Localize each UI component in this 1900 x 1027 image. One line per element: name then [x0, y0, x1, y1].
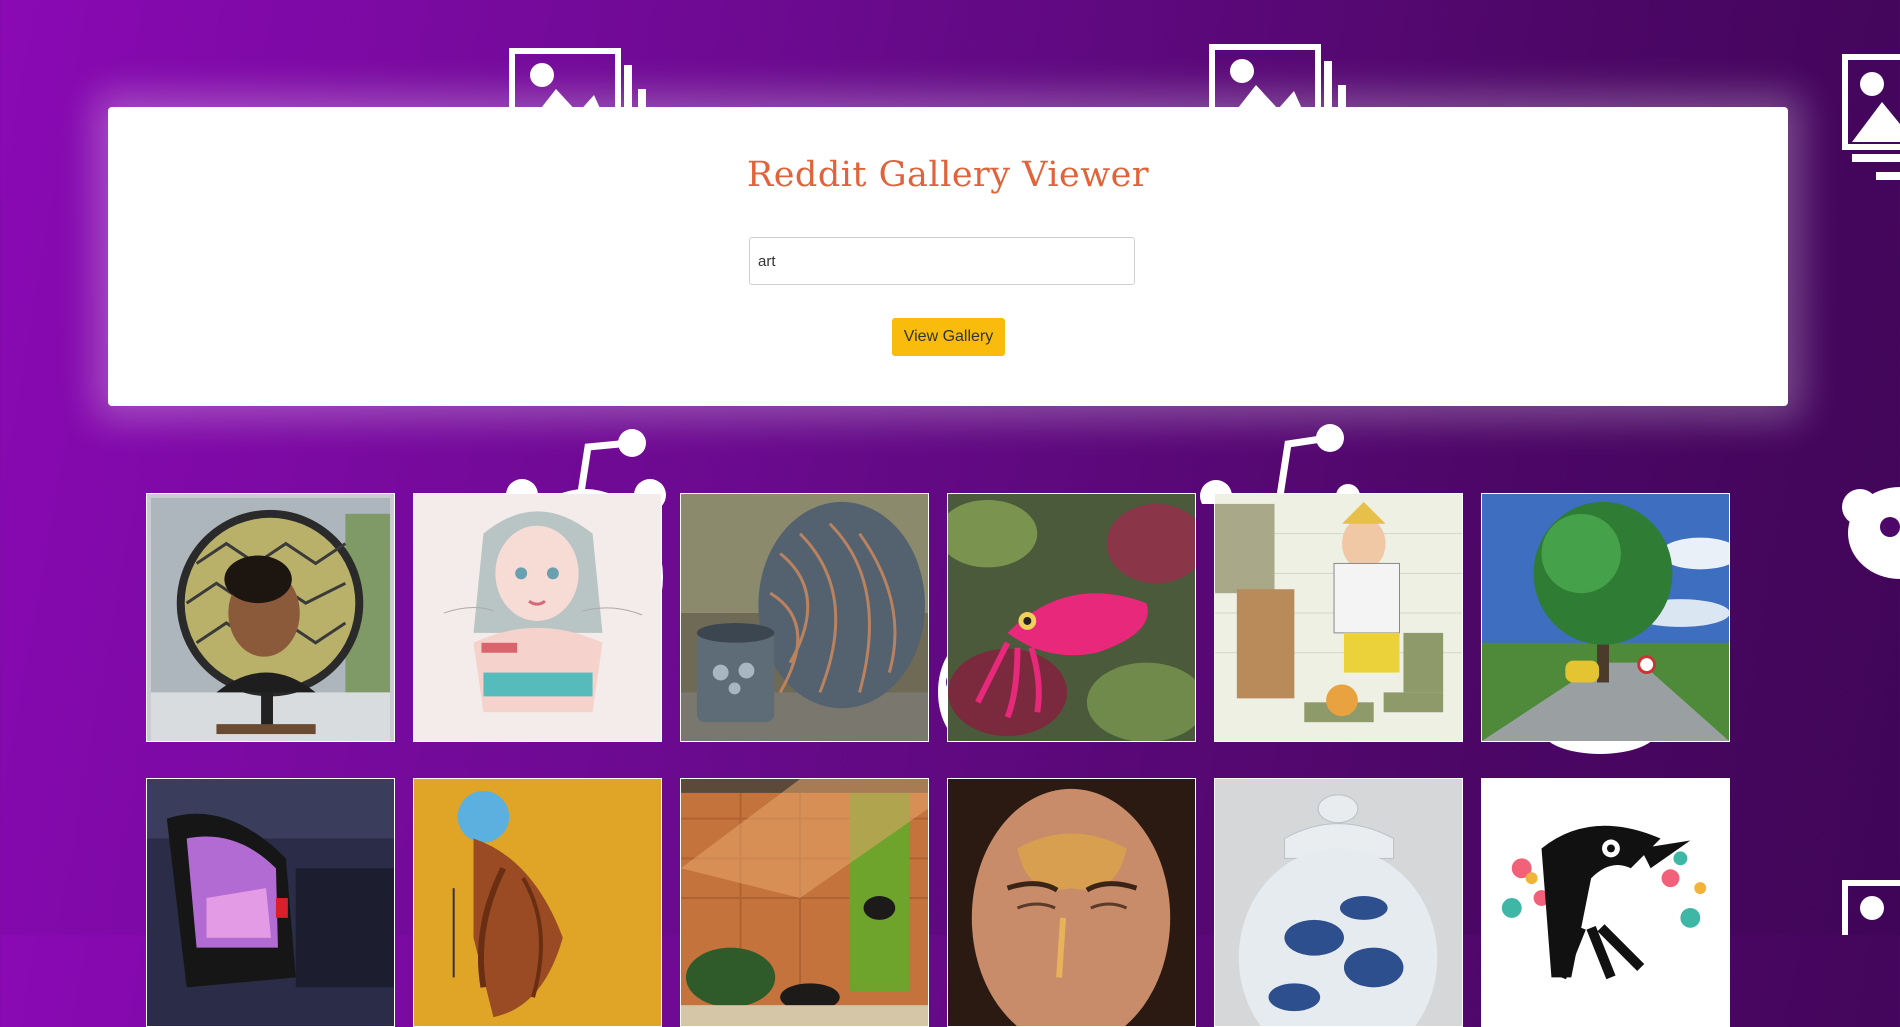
gallery-image[interactable]	[146, 493, 395, 742]
view-gallery-button[interactable]: View Gallery	[892, 318, 1005, 356]
gallery-image[interactable]	[1214, 778, 1463, 1027]
gallery-image[interactable]	[680, 778, 929, 1027]
reddit-alien-icon	[1842, 487, 1900, 579]
gallery-image[interactable]	[146, 778, 395, 1027]
image-icon	[1842, 54, 1900, 180]
gallery-image[interactable]	[680, 493, 929, 742]
image-icon	[1842, 880, 1900, 935]
gallery-image[interactable]	[1481, 778, 1730, 1027]
gallery-image[interactable]	[947, 778, 1196, 1027]
subreddit-search-input[interactable]	[749, 237, 1135, 285]
gallery-image[interactable]	[1481, 493, 1730, 742]
gallery-image[interactable]	[413, 493, 662, 742]
gallery-grid	[146, 493, 1730, 1027]
image-icon	[1209, 44, 1346, 109]
image-icon	[509, 48, 646, 109]
search-card: Reddit Gallery Viewer View Gallery	[108, 107, 1788, 406]
gallery-image[interactable]	[947, 493, 1196, 742]
gallery-image[interactable]	[413, 778, 662, 1027]
page-title: Reddit Gallery Viewer	[746, 155, 1150, 195]
reddit-alien-icon	[1200, 424, 1360, 504]
gallery-image[interactable]	[1214, 493, 1463, 742]
